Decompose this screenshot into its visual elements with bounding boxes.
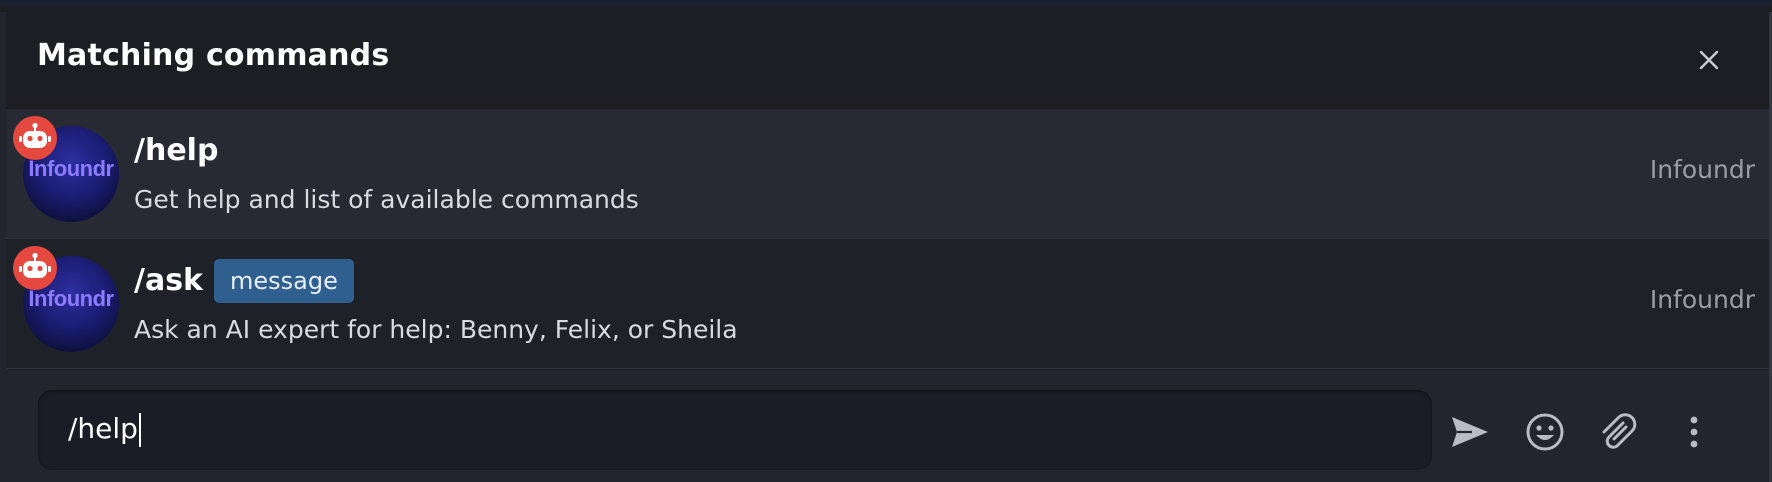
command-source: Infoundr — [1649, 155, 1755, 184]
emoji-button[interactable] — [1523, 410, 1567, 454]
emoji-icon — [1526, 413, 1564, 451]
panel-title: Matching commands — [37, 38, 390, 73]
attach-button[interactable] — [1596, 410, 1640, 454]
more-vertical-icon — [1690, 416, 1698, 448]
send-icon — [1452, 417, 1488, 447]
send-button[interactable] — [1448, 410, 1492, 454]
command-name: /ask — [134, 263, 204, 298]
message-composer: /help — [6, 370, 1769, 482]
panel-header: Matching commands — [6, 12, 1769, 110]
command-description: Ask an AI expert for help: Benny, Felix,… — [134, 315, 738, 344]
command-suggestions-panel: Matching commands Infoundr /help Get hel… — [0, 0, 1772, 482]
argument-badge: message — [214, 259, 354, 303]
bot-badge — [13, 116, 57, 160]
close-button[interactable] — [1695, 46, 1723, 74]
robot-icon — [19, 122, 51, 148]
robot-icon — [19, 252, 51, 278]
more-options-button[interactable] — [1672, 410, 1716, 454]
close-icon — [1699, 50, 1719, 70]
message-input[interactable]: /help — [38, 390, 1432, 470]
command-description: Get help and list of available commands — [134, 185, 639, 214]
attach-icon — [1602, 413, 1637, 449]
bot-badge — [13, 246, 57, 290]
command-item-help[interactable]: Infoundr /help Get help and list of avai… — [6, 109, 1769, 239]
text-caret — [138, 413, 141, 447]
message-input-value: /help — [68, 412, 141, 447]
command-source: Infoundr — [1649, 285, 1755, 314]
command-item-ask[interactable]: Infoundr /ask message Ask an AI expert f… — [6, 239, 1769, 369]
command-name: /help — [134, 133, 219, 168]
